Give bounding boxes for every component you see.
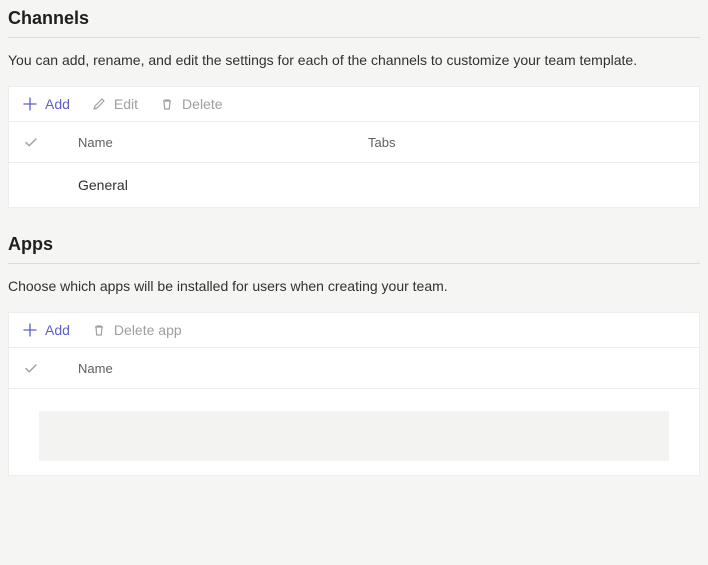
delete-app-button[interactable]: Delete app [92,323,182,337]
pencil-icon [92,97,106,111]
apps-table-header: Name [9,348,699,389]
table-row[interactable]: General [9,163,699,207]
apps-description: Choose which apps will be installed for … [8,278,700,294]
channels-toolbar: Add Edit Delete [9,87,699,122]
delete-channel-button[interactable]: Delete [160,97,222,111]
apps-empty-placeholder [39,411,669,461]
edit-channel-button[interactable]: Edit [92,97,138,111]
apps-title: Apps [8,226,700,264]
channels-title: Channels [8,0,700,38]
apps-column-name[interactable]: Name [78,361,368,376]
edit-channel-label: Edit [114,97,138,111]
add-app-label: Add [45,323,70,337]
plus-icon [23,97,37,111]
add-channel-label: Add [45,97,70,111]
channels-table-header: Name Tabs [9,122,699,163]
checkmark-icon[interactable] [23,134,39,150]
add-channel-button[interactable]: Add [23,97,70,111]
channels-column-name[interactable]: Name [78,135,368,150]
apps-empty-region [9,389,699,475]
apps-panel: Add Delete app Name [8,312,700,476]
trash-icon [160,97,174,111]
delete-app-label: Delete app [114,323,182,337]
delete-channel-label: Delete [182,97,222,111]
channel-name-cell: General [78,177,368,193]
checkmark-icon[interactable] [23,360,39,376]
channels-description: You can add, rename, and edit the settin… [8,52,700,68]
channels-section: Channels You can add, rename, and edit t… [0,0,708,226]
channels-column-tabs[interactable]: Tabs [368,135,685,150]
apps-section: Apps Choose which apps will be installed… [0,226,708,494]
trash-icon [92,323,106,337]
plus-icon [23,323,37,337]
add-app-button[interactable]: Add [23,323,70,337]
apps-toolbar: Add Delete app [9,313,699,348]
channels-panel: Add Edit Delete Name Tabs [8,86,700,208]
